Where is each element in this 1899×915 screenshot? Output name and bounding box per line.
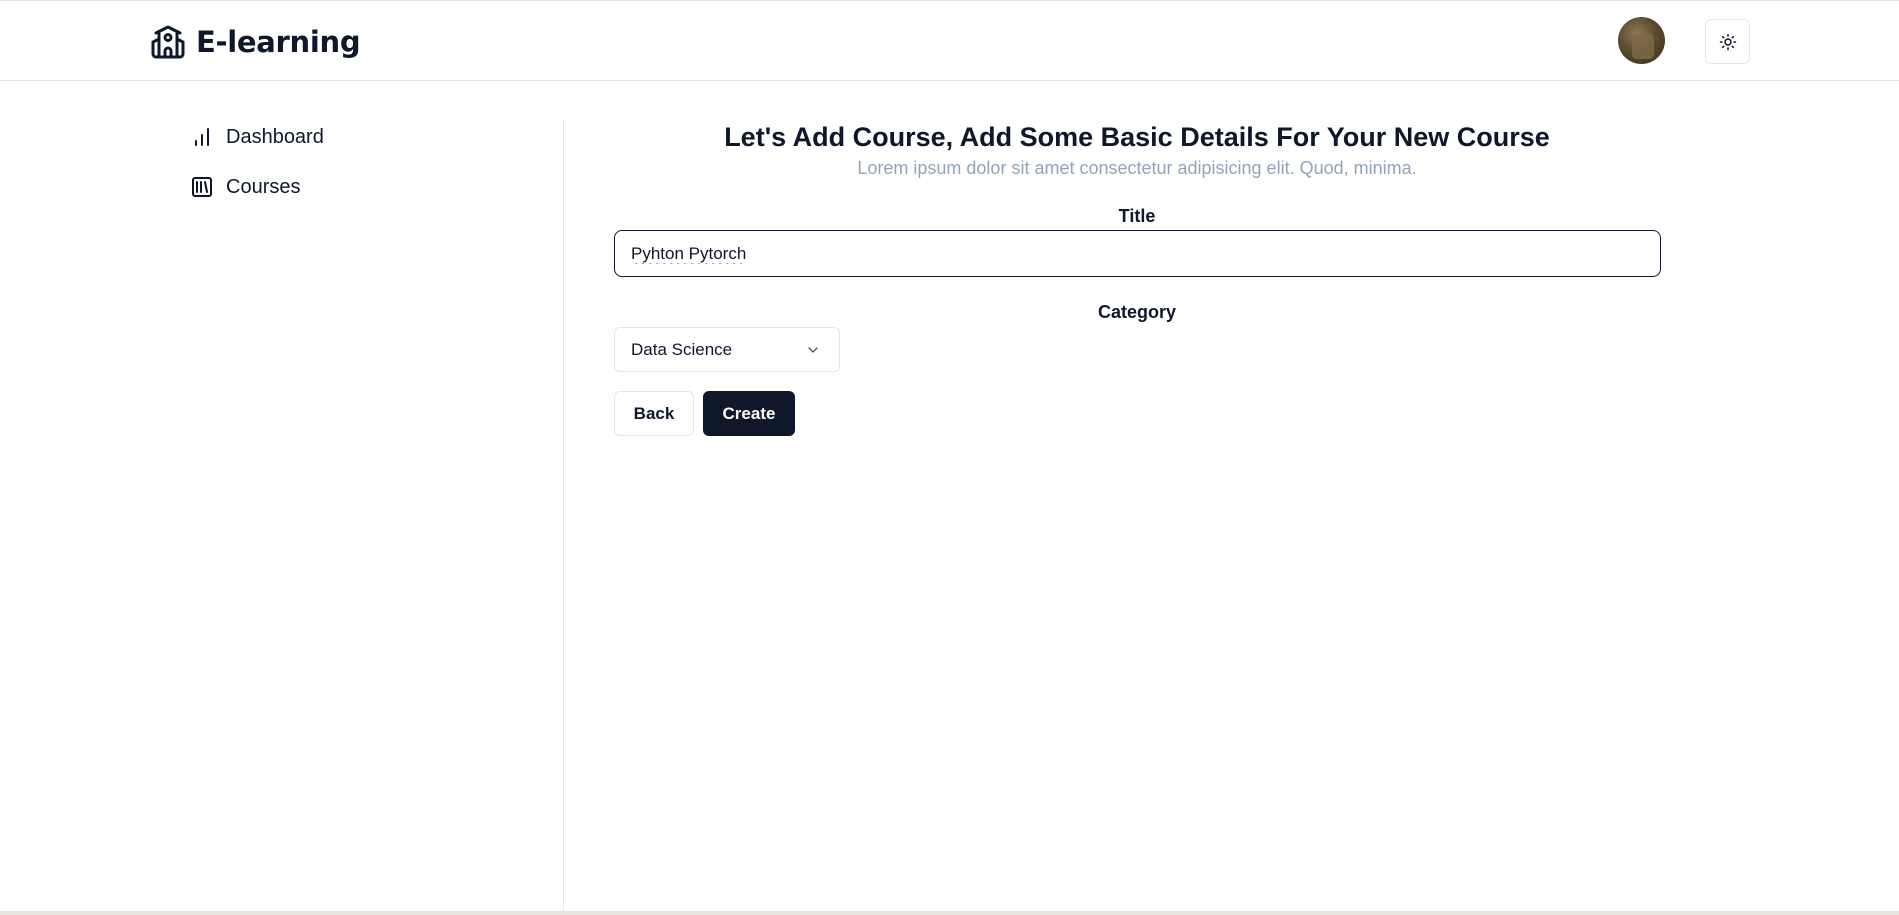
app-header: E-learning xyxy=(0,1,1899,81)
library-icon xyxy=(192,177,212,197)
category-select[interactable]: Data Science xyxy=(614,327,840,372)
bottom-edge xyxy=(0,911,1899,915)
sidebar-item-label: Courses xyxy=(226,175,301,198)
brand-name: E-learning xyxy=(196,25,361,59)
sidebar-item-courses[interactable]: Courses xyxy=(190,172,300,202)
title-label: Title xyxy=(1118,206,1156,226)
bar-chart-icon xyxy=(195,128,209,146)
sun-icon xyxy=(1719,33,1736,50)
sidebar-item-dashboard[interactable]: Dashboard xyxy=(190,122,324,152)
brand-logo[interactable]: E-learning xyxy=(150,22,361,62)
school-icon xyxy=(151,25,185,59)
sidebar-item-label: Dashboard xyxy=(226,125,324,148)
category-label: Category xyxy=(1097,302,1177,322)
page-subtitle: Lorem ipsum dolor sit amet consectetur a… xyxy=(857,158,1417,178)
category-selected-value: Data Science xyxy=(631,339,733,359)
back-button[interactable]: Back xyxy=(614,391,694,436)
user-avatar[interactable] xyxy=(1618,17,1665,64)
theme-toggle-button[interactable] xyxy=(1705,19,1750,64)
page-title: Let's Add Course, Add Some Basic Details… xyxy=(724,122,1550,152)
create-button[interactable]: Create xyxy=(703,391,795,436)
title-input[interactable] xyxy=(614,230,1661,277)
sidebar-divider xyxy=(563,120,564,915)
chevron-down-icon xyxy=(808,346,818,353)
